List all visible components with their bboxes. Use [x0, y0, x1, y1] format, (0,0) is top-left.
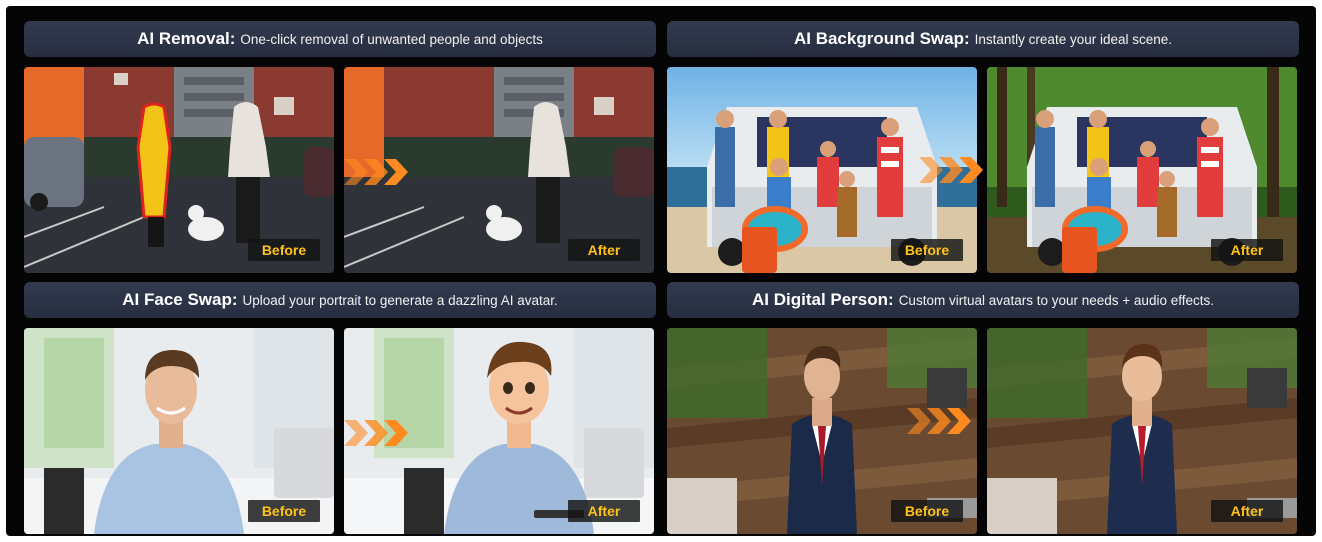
before-image: Before	[24, 328, 334, 534]
panel-banner: AI Removal: One-click removal of unwante…	[24, 21, 656, 57]
panel-ai-face-swap: AI Face Swap: Upload your portrait to ge…	[24, 282, 656, 534]
after-label: After	[1211, 239, 1283, 261]
triple-chevron-right-icon	[344, 420, 408, 446]
before-label: Before	[891, 500, 963, 522]
panel-description: Custom virtual avatars to your needs + a…	[898, 292, 1214, 308]
feature-showcase: AI Removal: One-click removal of unwante…	[6, 6, 1316, 536]
triple-chevron-right-icon	[344, 159, 408, 185]
after-image: After	[987, 67, 1297, 273]
panel-description: One-click removal of unwanted people and…	[240, 31, 543, 47]
triple-chevron-right-icon	[919, 157, 983, 183]
before-label: Before	[891, 239, 963, 261]
panel-title: AI Removal:	[137, 29, 236, 48]
panel-ai-digital-person: AI Digital Person: Custom virtual avatar…	[667, 282, 1299, 534]
before-image: Before	[24, 67, 334, 273]
panel-title: AI Face Swap:	[122, 290, 238, 309]
triple-chevron-right-icon	[907, 408, 971, 434]
after-label: After	[568, 500, 640, 522]
panel-title: AI Background Swap:	[793, 29, 970, 48]
panel-banner: AI Background Swap: Instantly create you…	[667, 21, 1299, 57]
panel-ai-removal: AI Removal: One-click removal of unwante…	[24, 21, 656, 273]
panel-banner: AI Face Swap: Upload your portrait to ge…	[24, 282, 656, 318]
panel-title: AI Digital Person:	[752, 290, 894, 309]
panel-description: Instantly create your ideal scene.	[974, 31, 1173, 47]
after-image: After	[987, 328, 1297, 534]
before-label: Before	[248, 239, 320, 261]
before-label: Before	[248, 500, 320, 522]
after-label: After	[1211, 500, 1283, 522]
panel-banner: AI Digital Person: Custom virtual avatar…	[667, 282, 1299, 318]
panel-description: Upload your portrait to generate a dazzl…	[242, 292, 558, 308]
after-label: After	[568, 239, 640, 261]
panel-ai-background-swap: AI Background Swap: Instantly create you…	[667, 21, 1299, 273]
